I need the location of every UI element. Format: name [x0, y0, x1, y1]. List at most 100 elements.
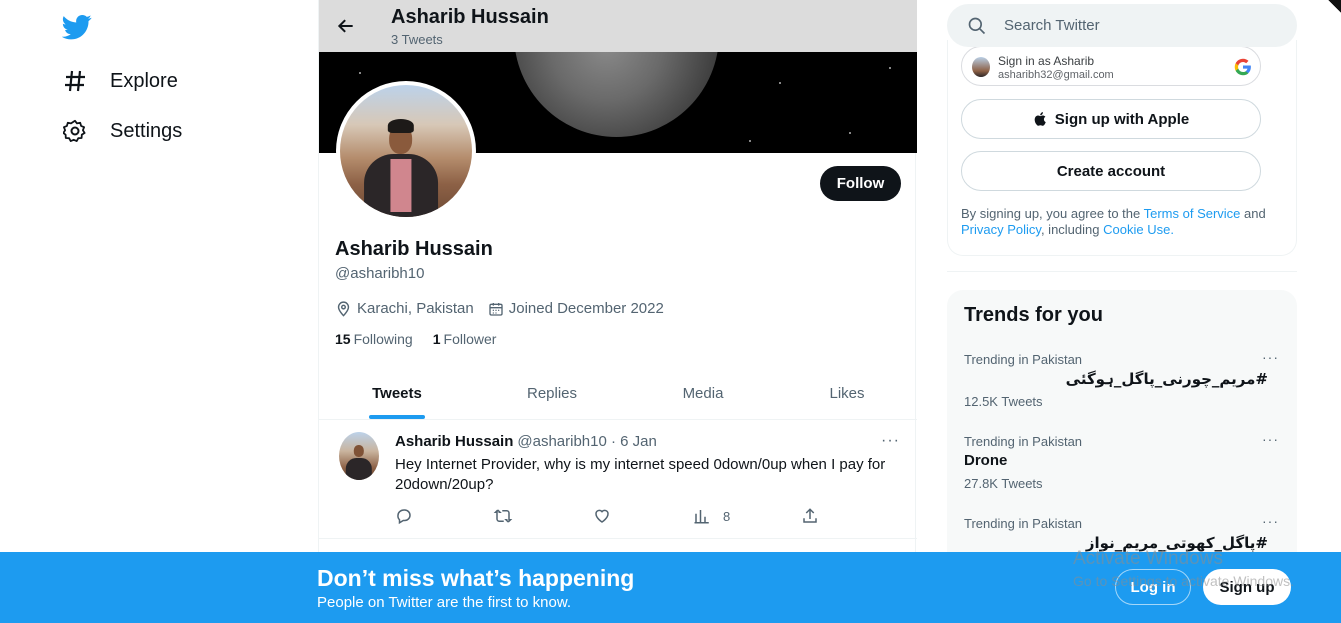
share-button[interactable]: [801, 507, 819, 525]
profile-name: Asharib Hussain: [335, 238, 493, 260]
views-count: 8: [723, 508, 731, 524]
followers-label: Follower: [443, 331, 497, 347]
follow-button[interactable]: Follow: [820, 166, 901, 201]
tweet-author[interactable]: Asharib Hussain: [395, 433, 513, 450]
retweet-button[interactable]: [493, 507, 513, 525]
signup-prompt-bar: Don’t miss what’s happening People on Tw…: [0, 552, 1341, 623]
views-button[interactable]: 8: [693, 507, 730, 525]
signup-card: Sign in as Asharib asharibh32@gmail.com …: [947, 40, 1297, 256]
tweet-avatar[interactable]: [339, 432, 379, 480]
nav-settings-label: Settings: [110, 119, 183, 142]
profile-meta: Karachi, Pakistan Joined December 2022: [335, 300, 664, 317]
tweet-text: Hey Internet Provider, why is my interne…: [395, 456, 886, 493]
create-account-button[interactable]: Create account: [961, 151, 1261, 191]
tweet-actions: 8: [395, 507, 825, 527]
location-pin-icon: [337, 301, 350, 317]
legal-including: , including: [1040, 222, 1104, 237]
heart-icon: [595, 509, 609, 523]
profile-follow-stats: 15 Following 1 Follower: [335, 331, 496, 347]
profile-avatar[interactable]: [336, 81, 476, 221]
trend-item[interactable]: Trending in Pakistan ··· Drone 27.8K Twe…: [964, 431, 1284, 504]
google-signin-name: Sign in as Asharib: [998, 54, 1095, 68]
profile-header-bar: Asharib Hussain 3 Tweets: [319, 0, 917, 52]
active-tab-indicator: [369, 415, 425, 419]
analytics-icon: [694, 510, 709, 524]
trend-context: Trending in Pakistan: [964, 352, 1083, 367]
prompt-subtitle: People on Twitter are the first to know.: [317, 594, 572, 611]
cookie-use-link[interactable]: Cookie Use: [1103, 222, 1170, 237]
moon-image: [514, 52, 719, 137]
profile-location-text: Karachi, Pakistan: [357, 300, 474, 317]
left-nav: Explore Settings: [0, 0, 318, 623]
share-icon: [803, 508, 817, 523]
trend-context: Trending in Pakistan: [964, 434, 1083, 449]
trend-more-icon[interactable]: ···: [1262, 431, 1279, 447]
calendar-icon: [489, 302, 503, 316]
terms-of-service-link[interactable]: Terms of Service: [1144, 206, 1241, 221]
profile-location: Karachi, Pakistan: [335, 300, 474, 317]
reply-icon: [397, 509, 411, 525]
profile-joined-text: Joined December 2022: [508, 300, 664, 317]
following-label: Following: [353, 331, 413, 347]
apple-signup-label: Sign up with Apple: [1054, 110, 1190, 128]
signup-button[interactable]: Sign up: [1203, 569, 1291, 605]
google-signin-button[interactable]: Sign in as Asharib asharibh32@gmail.com: [961, 46, 1261, 86]
profile-handle: @asharibh10: [335, 265, 425, 282]
nav-explore-label: Explore: [110, 69, 178, 92]
trend-more-icon[interactable]: ···: [1262, 513, 1279, 529]
hashtag-icon: [62, 68, 88, 94]
tab-media[interactable]: Media: [629, 366, 777, 420]
following-link[interactable]: 15 Following: [335, 331, 413, 347]
trend-name: Drone: [964, 452, 1008, 469]
tweet-meta: @asharibh10 · 6 Jan: [517, 433, 657, 450]
followers-link[interactable]: 1 Follower: [433, 331, 497, 347]
profile-tabs: Tweets Replies Media Likes: [319, 366, 917, 420]
privacy-policy-link[interactable]: Privacy Policy: [961, 222, 1041, 237]
profile-joined: Joined December 2022: [488, 300, 664, 317]
trend-more-icon[interactable]: ···: [1262, 349, 1279, 365]
tab-likes[interactable]: Likes: [777, 366, 917, 420]
google-account-avatar: [972, 57, 990, 77]
google-logo-icon: [1234, 58, 1251, 76]
tab-replies[interactable]: Replies: [475, 366, 629, 420]
tab-tweets[interactable]: Tweets: [319, 366, 475, 420]
retweet-icon: [493, 509, 513, 523]
apple-logo-icon: [1034, 112, 1046, 126]
tweet-header: Asharib Hussain @asharibh10 · 6 Jan: [395, 433, 657, 450]
right-sidebar: Sign in as Asharib asharibh32@gmail.com …: [946, 0, 1298, 623]
trend-context: Trending in Pakistan: [964, 516, 1083, 531]
gear-icon: [62, 118, 88, 144]
nav-explore[interactable]: Explore: [62, 68, 178, 94]
trend-name: #پاگل_کھوتی_مریم_نواز: [1085, 534, 1268, 552]
header-tweet-count: 3 Tweets: [391, 32, 443, 47]
following-count: 15: [335, 331, 351, 347]
apple-signup-button[interactable]: Sign up with Apple: [961, 99, 1261, 139]
legal-end: .: [1170, 222, 1174, 237]
google-signin-email: asharibh32@gmail.com: [998, 69, 1114, 81]
trend-item[interactable]: Trending in Pakistan ··· #مریم_چورنی_پاگ…: [964, 349, 1284, 422]
trend-count: 27.8K Tweets: [964, 476, 1043, 491]
tweet-more-icon[interactable]: ···: [881, 432, 900, 450]
trend-count: 12.5K Tweets: [964, 394, 1043, 409]
prompt-title: Don’t miss what’s happening: [317, 565, 635, 591]
corner-mark: [1325, 0, 1341, 16]
search-icon: [968, 17, 986, 35]
legal-prefix: By signing up, you agree to the: [961, 206, 1144, 221]
search-input[interactable]: [1004, 4, 1284, 47]
search-box[interactable]: [947, 4, 1297, 47]
followers-count: 1: [432, 331, 441, 347]
arrow-left-icon: [337, 19, 353, 33]
nav-settings[interactable]: Settings: [62, 118, 182, 144]
login-button[interactable]: Log in: [1115, 569, 1191, 605]
header-profile-name: Asharib Hussain: [391, 6, 549, 28]
legal-and: and: [1240, 206, 1266, 221]
twitter-logo-icon[interactable]: [62, 12, 92, 42]
profile-column: Asharib Hussain 3 Tweets Follow Asharib …: [318, 0, 917, 623]
reply-button[interactable]: [395, 507, 413, 525]
tweet[interactable]: Asharib Hussain @asharibh10 · 6 Jan ··· …: [319, 420, 917, 539]
signup-legal-text: By signing up, you agree to the Terms of…: [961, 206, 1291, 238]
sidebar-divider: [947, 271, 1297, 272]
trends-title: Trends for you: [964, 304, 1103, 326]
like-button[interactable]: [593, 507, 611, 525]
back-button[interactable]: [333, 13, 359, 39]
